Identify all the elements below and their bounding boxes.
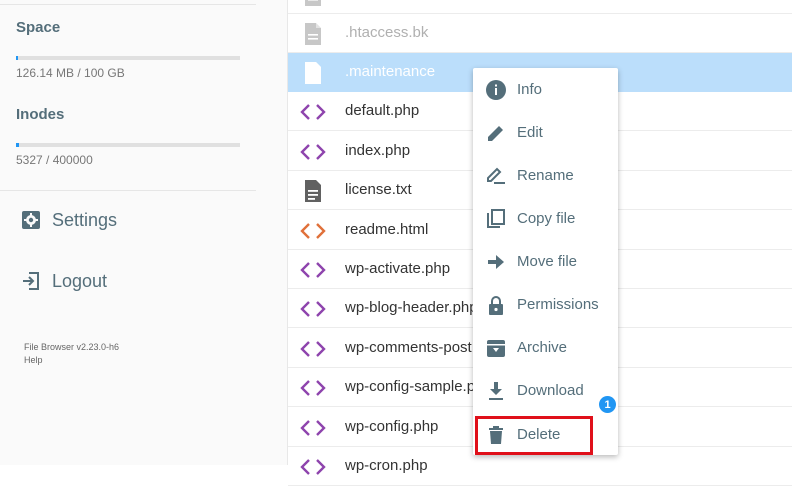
file-name: readme.html — [345, 221, 429, 238]
sidebar-footer: File Browser v2.23.0-h6 Help — [24, 341, 119, 367]
menu-item-label: Archive — [517, 339, 568, 356]
inodes-value: 5327 / 400000 — [16, 153, 93, 167]
space-value: 126.14 MB / 100 GB — [16, 66, 125, 80]
download-icon — [485, 380, 507, 402]
copy-icon — [485, 208, 507, 230]
menu-item-move-file[interactable]: Move file — [473, 240, 618, 283]
lock-icon — [485, 294, 507, 316]
file-icon — [300, 0, 326, 8]
file-name: wp-cron.php — [345, 457, 428, 474]
inodes-usage-bar — [16, 143, 240, 147]
file-name: wp-config-sample.php — [345, 378, 492, 395]
file-name: default.php — [345, 102, 420, 119]
settings-button[interactable]: Settings — [20, 208, 117, 232]
archive-icon — [485, 337, 507, 359]
info-icon — [485, 79, 507, 101]
inodes-title: Inodes — [16, 106, 65, 123]
settings-label: Settings — [52, 209, 118, 230]
file-name: .htaccess.bk — [345, 24, 429, 41]
menu-item-download[interactable]: Download — [473, 369, 618, 412]
file-icon — [300, 21, 326, 47]
pencil-icon — [485, 122, 507, 144]
sidebar: Space 126.14 MB / 100 GB Inodes 5327 / 4… — [0, 0, 288, 465]
html-icon — [300, 218, 326, 244]
code-icon — [300, 257, 326, 283]
file-row[interactable] — [288, 0, 792, 14]
menu-item-label: Move file — [517, 253, 578, 270]
file-name: index.php — [345, 142, 411, 159]
logout-label: Logout — [52, 270, 108, 291]
menu-item-permissions[interactable]: Permissions — [473, 283, 618, 326]
text-file-icon — [300, 178, 326, 204]
code-icon — [300, 139, 326, 165]
sidebar-divider — [0, 4, 256, 5]
menu-item-label: Rename — [517, 167, 574, 184]
file-name: license.txt — [345, 181, 412, 198]
context-menu: Info Edit Rename Copy file Move file Per… — [473, 68, 618, 455]
menu-item-label: Download — [517, 382, 584, 399]
space-usage-fill — [16, 56, 18, 60]
code-icon — [300, 99, 326, 125]
arrow-right-icon — [485, 251, 507, 273]
space-usage-bar — [16, 56, 240, 60]
code-icon — [300, 296, 326, 322]
menu-item-rename[interactable]: Rename — [473, 154, 618, 197]
menu-item-info[interactable]: Info — [473, 68, 618, 111]
file-name: wp-config.php — [345, 418, 439, 435]
trash-icon — [485, 424, 507, 446]
file-name: wp-activate.php — [345, 260, 451, 277]
menu-item-label: Permissions — [517, 296, 599, 313]
menu-item-label: Delete — [517, 426, 561, 443]
rename-icon — [485, 165, 507, 187]
menu-item-label: Copy file — [517, 210, 576, 227]
logout-button[interactable]: Logout — [20, 269, 107, 293]
menu-item-archive[interactable]: Archive — [473, 326, 618, 369]
help-link[interactable]: Help — [24, 354, 119, 367]
gear-icon — [20, 209, 42, 231]
code-icon — [300, 336, 326, 362]
menu-item-delete[interactable]: Delete — [473, 413, 618, 456]
code-icon — [300, 375, 326, 401]
logout-icon — [20, 270, 42, 292]
file-name: wp-blog-header.php — [345, 299, 478, 316]
menu-item-label: Edit — [517, 124, 543, 141]
code-icon — [300, 454, 326, 480]
inodes-usage-fill — [16, 143, 19, 147]
file-row[interactable]: .htaccess.bk — [288, 14, 792, 53]
file-icon — [300, 60, 326, 86]
code-icon — [300, 415, 326, 441]
file-name: .maintenance — [345, 63, 436, 80]
notification-badge: 1 — [599, 396, 616, 413]
space-title: Space — [16, 19, 61, 36]
menu-item-edit[interactable]: Edit — [473, 111, 618, 154]
menu-item-label: Info — [517, 81, 543, 98]
version-text: File Browser v2.23.0-h6 — [24, 342, 120, 352]
menu-item-copy-file[interactable]: Copy file — [473, 197, 618, 240]
sidebar-divider — [0, 190, 256, 191]
